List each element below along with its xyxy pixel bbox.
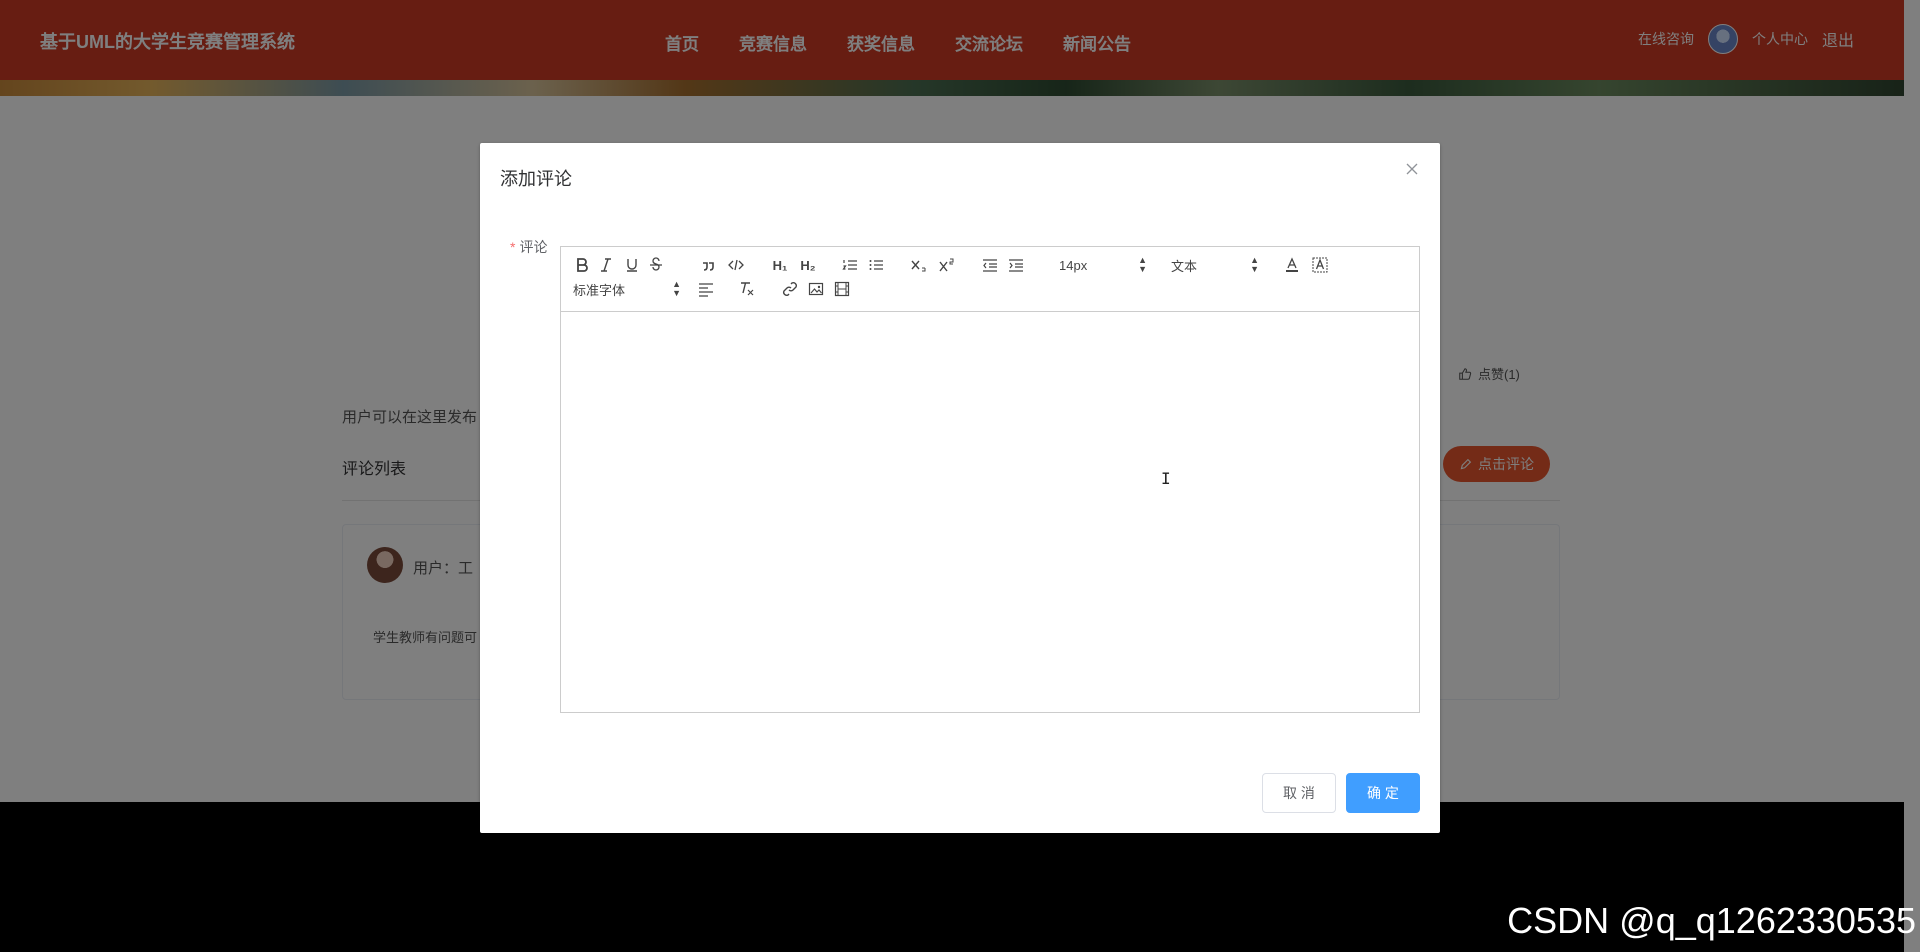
ordered-list-icon <box>842 260 857 270</box>
italic-icon <box>601 258 611 272</box>
comment-editor-input[interactable] <box>561 312 1419 712</box>
outdent-button[interactable] <box>981 255 999 275</box>
insert-video-button[interactable] <box>833 279 851 299</box>
bold-icon <box>577 258 588 272</box>
select-arrows-icon: ▲ ▼ <box>1250 255 1259 274</box>
header-format-select[interactable]: 文本 ▲ ▼ <box>1171 255 1259 275</box>
add-comment-dialog: 添加评论 * 评论 H₁ H₂ 14px ▲ ▼ 文本 ▲ ▼ 标准字体 ▲ ▼… <box>480 143 1440 833</box>
background-color-icon <box>1312 257 1328 273</box>
bullet-list-icon <box>869 260 883 270</box>
font-color-button[interactable] <box>1283 255 1301 275</box>
code-block-button[interactable] <box>727 255 745 275</box>
font-size-value: 14px <box>1059 257 1088 273</box>
csdn-watermark: CSDN @q_q1262330535 <box>1507 900 1916 941</box>
header-format-value: 文本 <box>1171 258 1198 274</box>
editor-toolbar: H₁ H₂ 14px ▲ ▼ 文本 ▲ ▼ 标准字体 ▲ ▼ <box>561 247 1419 312</box>
bullet-list-button[interactable] <box>867 255 885 275</box>
video-icon <box>834 281 850 297</box>
superscript-button[interactable] <box>937 255 957 275</box>
comment-label-text: 评论 <box>519 239 548 255</box>
confirm-button[interactable]: 确 定 <box>1346 773 1420 813</box>
close-icon[interactable] <box>1404 161 1422 179</box>
heading-2-button[interactable]: H₂ <box>797 255 819 275</box>
font-size-select[interactable]: 14px ▲ ▼ <box>1059 255 1147 275</box>
comment-field-label: * 评论 <box>510 237 547 257</box>
dialog-title: 添加评论 <box>500 169 572 189</box>
bold-button[interactable] <box>573 255 591 275</box>
underline-icon <box>627 259 637 272</box>
superscript-icon <box>939 258 954 272</box>
select-arrows-icon: ▲ ▼ <box>1138 255 1147 274</box>
font-family-value: 标准字体 <box>573 282 626 298</box>
cancel-button[interactable]: 取 消 <box>1262 773 1336 813</box>
underline-button[interactable] <box>623 255 641 275</box>
indent-icon <box>1009 259 1023 272</box>
strikethrough-icon <box>650 257 662 271</box>
indent-button[interactable] <box>1007 255 1025 275</box>
strikethrough-button[interactable] <box>647 255 665 275</box>
link-icon <box>783 282 797 296</box>
align-button[interactable] <box>697 279 715 299</box>
code-icon <box>728 259 744 271</box>
font-family-select[interactable]: 标准字体 ▲ ▼ <box>573 279 681 299</box>
align-left-icon <box>699 283 713 297</box>
image-icon <box>808 282 824 296</box>
text-cursor-icon: I <box>1161 469 1171 488</box>
heading-1-button[interactable]: H₁ <box>769 255 791 275</box>
select-arrows-icon: ▲ ▼ <box>672 279 681 298</box>
insert-image-button[interactable] <box>807 279 825 299</box>
ordered-list-button[interactable] <box>841 255 859 275</box>
background-color-button[interactable] <box>1311 255 1329 275</box>
italic-button[interactable] <box>597 255 615 275</box>
subscript-icon <box>911 260 926 272</box>
required-mark: * <box>510 239 516 255</box>
clear-format-button[interactable] <box>737 279 757 299</box>
clear-format-icon <box>741 282 754 296</box>
subscript-button[interactable] <box>909 255 929 275</box>
quote-icon <box>703 262 714 271</box>
outdent-icon <box>983 259 997 272</box>
insert-link-button[interactable] <box>781 279 799 299</box>
blockquote-button[interactable] <box>699 255 717 275</box>
rich-text-editor: H₁ H₂ 14px ▲ ▼ 文本 ▲ ▼ 标准字体 ▲ ▼ <box>560 246 1420 713</box>
font-color-icon <box>1286 257 1298 272</box>
